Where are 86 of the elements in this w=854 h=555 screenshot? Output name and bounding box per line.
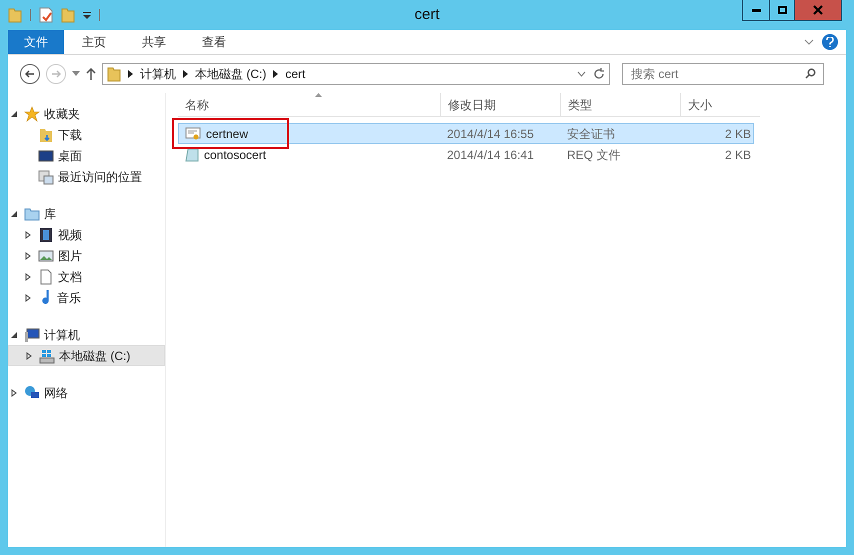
column-header[interactable]: 修改日期	[440, 93, 560, 116]
file-row[interactable]: certnew 2014/4/14 16:55 安全证书 2 KB	[178, 123, 754, 144]
music-note-icon	[42, 290, 49, 305]
close-button[interactable]	[795, 0, 841, 20]
ribbon-tab[interactable]: 文件	[8, 30, 64, 54]
breadcrumb-arrow-icon[interactable]	[273, 70, 278, 78]
close-icon	[813, 5, 823, 15]
chevron-down-icon[interactable]	[577, 71, 586, 77]
file-row[interactable]: contosocert 2014/4/14 16:41 REQ 文件 2 KB	[178, 144, 754, 165]
film-icon	[38, 226, 54, 242]
nav-item[interactable]: 下载	[8, 124, 165, 145]
nav-item[interactable]: 本地磁盘 (C:)	[8, 345, 165, 366]
search-icon[interactable]	[805, 68, 816, 79]
table-cell-text: 2014/4/14 16:55	[446, 126, 535, 142]
chevron-down-icon[interactable]	[804, 38, 814, 46]
left-arrow-icon	[25, 69, 35, 79]
up-arrow-icon[interactable]	[86, 68, 96, 80]
star-icon	[24, 106, 40, 122]
nav-label: 文档	[58, 268, 82, 286]
new-folder-icon	[61, 7, 75, 23]
file-name: contosocert	[204, 146, 266, 164]
nav-item[interactable]: 收藏夹	[8, 103, 165, 124]
ribbon-tab[interactable]: 主页	[64, 30, 124, 54]
expanded-arrow-icon[interactable]	[10, 110, 20, 118]
nav-item[interactable]: 视频	[8, 224, 165, 245]
address-bar[interactable]: 计算机 本地磁盘 (C:) cert	[102, 63, 610, 85]
network-icon	[24, 384, 40, 400]
nav-label: 网络	[44, 384, 68, 402]
download-folder-icon	[38, 126, 54, 142]
nav-label: 音乐	[57, 290, 81, 306]
computer-icon	[24, 326, 40, 342]
nav-item[interactable]: 计算机	[8, 324, 165, 345]
window-title: cert	[414, 4, 440, 25]
table-cell-text: REQ 文件	[566, 146, 622, 164]
file-icon	[185, 148, 199, 162]
nav-label: 收藏夹	[44, 106, 80, 122]
table-cell-text: 2 KB	[724, 126, 752, 142]
nav-item[interactable]: 音乐	[8, 287, 165, 308]
document-icon	[38, 268, 54, 284]
image-icon	[38, 248, 54, 264]
breadcrumb-arrow-icon[interactable]	[183, 70, 188, 78]
nav-label: 本地磁盘 (C:)	[59, 348, 130, 364]
library-folder-icon	[24, 206, 40, 222]
expanded-arrow-icon[interactable]	[10, 330, 20, 338]
history-dropdown-icon[interactable]	[72, 71, 80, 77]
right-arrow-icon	[51, 69, 61, 79]
nav-label: 库	[44, 206, 56, 222]
breadcrumb-item[interactable]: 计算机	[140, 65, 176, 83]
nav-item[interactable]: 桌面	[8, 145, 165, 166]
nav-label: 视频	[58, 226, 82, 244]
nav-item[interactable]: 最近访问的位置	[8, 166, 165, 187]
back-button[interactable]	[20, 64, 40, 84]
nav-item[interactable]: 库	[8, 203, 165, 224]
nav-label: 图片	[58, 248, 82, 264]
dropdown-icon[interactable]	[83, 11, 91, 19]
breadcrumb-arrow-icon[interactable]	[128, 70, 133, 78]
breadcrumb-item[interactable]: 本地磁盘 (C:)	[195, 65, 266, 83]
nav-item[interactable]: 图片	[8, 245, 165, 266]
ribbon-tab[interactable]: 共享	[124, 30, 184, 54]
monitor-icon	[38, 148, 54, 164]
folder-icon	[107, 66, 121, 82]
nav-label: 桌面	[58, 148, 82, 164]
folder-icon	[8, 7, 22, 23]
column-header[interactable]: 名称	[178, 93, 440, 116]
table-cell-text: 2 KB	[724, 146, 752, 164]
search-field[interactable]: 搜索 cert	[622, 63, 824, 85]
table-cell-text: 安全证书	[566, 126, 616, 142]
sort-arrow-icon	[315, 93, 322, 97]
file-name: certnew	[206, 126, 248, 142]
expanded-arrow-icon[interactable]	[10, 210, 20, 218]
table-cell-text: 2014/4/14 16:41	[446, 146, 535, 164]
breadcrumb-item[interactable]: cert	[285, 65, 306, 83]
refresh-icon[interactable]	[593, 68, 605, 80]
certificate-icon	[185, 126, 201, 140]
nav-item[interactable]: 网络	[8, 382, 165, 403]
properties-icon[interactable]	[39, 7, 53, 23]
recent-places-icon	[38, 168, 54, 184]
nav-label: 最近访问的位置	[58, 168, 142, 186]
nav-item[interactable]: 文档	[8, 266, 165, 287]
column-header[interactable]: 类型	[560, 93, 680, 116]
nav-label: 计算机	[44, 326, 80, 344]
drive-icon	[39, 348, 55, 364]
column-header[interactable]: 大小	[680, 93, 760, 116]
ribbon-tab[interactable]: 查看	[184, 30, 244, 54]
help-icon[interactable]	[822, 34, 838, 50]
nav-label: 下载	[58, 126, 82, 144]
